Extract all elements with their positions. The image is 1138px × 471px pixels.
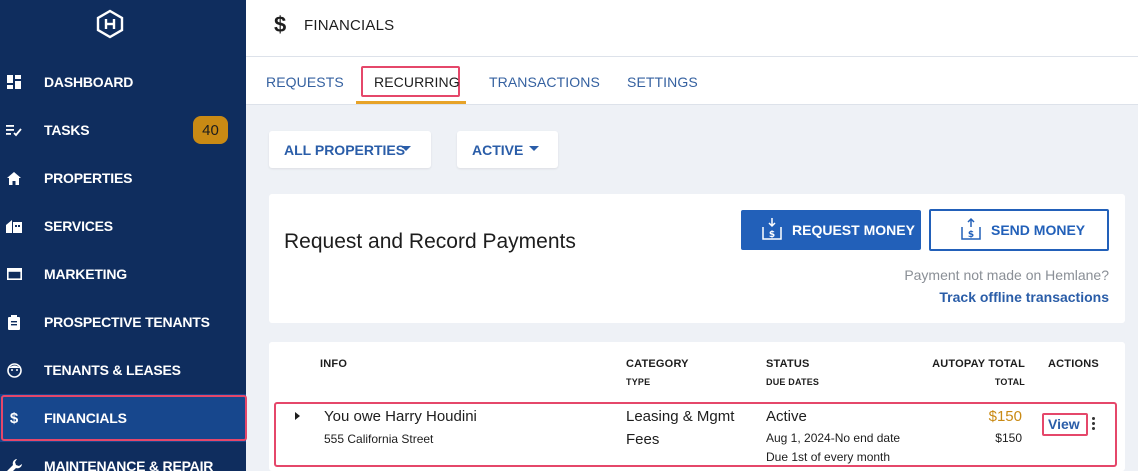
sidebar-item-maintenance[interactable]: MAINTENANCE & REPAIR [0, 442, 246, 471]
sidebar-item-label: TASKS [44, 122, 90, 138]
row-autopay-total: $150 [988, 408, 1022, 425]
sidebar: DASHBOARD TASKS 40 PROPERTIES SERVICES M… [0, 0, 247, 471]
status-filter-label: ACTIVE [472, 141, 524, 158]
request-money-button[interactable]: $ REQUEST MONEY [741, 210, 921, 250]
property-filter-dropdown[interactable]: ALL PROPERTIES [269, 131, 431, 168]
clipboard-icon [6, 314, 22, 330]
sidebar-item-tenants-leases[interactable]: TENANTS & LEASES [0, 346, 246, 394]
sidebar-item-label: PROPERTIES [44, 170, 133, 186]
card-title: Request and Record Payments [284, 230, 576, 253]
sidebar-item-marketing[interactable]: MARKETING [0, 250, 246, 298]
sidebar-item-financials[interactable]: $ FINANCIALS [0, 394, 247, 442]
tasks-count-badge: 40 [193, 116, 228, 144]
sidebar-item-prospective-tenants[interactable]: PROSPECTIVE TENANTS [0, 298, 246, 346]
column-subheader-due-dates: DUE DATES [766, 377, 820, 387]
offline-note: Payment not made on Hemlane? [904, 267, 1109, 283]
row-info-address: 555 California Street [324, 432, 434, 446]
view-link[interactable]: View [1048, 416, 1080, 432]
track-offline-link[interactable]: Track offline transactions [939, 289, 1109, 305]
column-header-status: STATUS [766, 358, 810, 370]
sidebar-item-services[interactable]: SERVICES [0, 202, 246, 250]
column-subheader-type: TYPE [626, 377, 651, 387]
sidebar-item-label: TENANTS & LEASES [44, 362, 181, 378]
row-status: Active [766, 408, 807, 425]
caret-down-icon [529, 146, 539, 151]
wrench-icon [6, 458, 22, 471]
row-due-dates: Aug 1, 2024-No end date [766, 431, 901, 445]
column-header-category: CATEGORY [626, 358, 689, 370]
column-header-info: INFO [320, 358, 348, 370]
sidebar-item-label: SERVICES [44, 218, 113, 234]
row-total: $150 [995, 431, 1022, 445]
dollar-icon: $ [274, 12, 287, 37]
tab-bar: REQUESTS RECURRING TRANSACTIONS SETTINGS [246, 57, 1138, 105]
property-filter-label: ALL PROPERTIES [284, 141, 406, 158]
tab-requests[interactable]: REQUESTS [266, 74, 344, 90]
tab-settings[interactable]: SETTINGS [627, 74, 698, 90]
row-category-line1: Leasing & Mgmt [626, 408, 735, 425]
caret-down-icon [401, 146, 411, 151]
sidebar-item-label: MARKETING [44, 266, 127, 282]
row-info-title: You owe Harry Houdini [324, 408, 477, 425]
page-header: $ FINANCIALS [246, 0, 1138, 57]
services-icon [6, 218, 22, 234]
dashboard-icon [6, 74, 22, 90]
home-icon [6, 170, 22, 186]
status-filter-dropdown[interactable]: ACTIVE [457, 131, 558, 168]
request-money-label: REQUEST MONEY [792, 222, 915, 238]
more-options-icon[interactable] [1092, 417, 1096, 433]
row-category-line2: Fees [626, 431, 660, 448]
expand-row-icon[interactable] [295, 412, 300, 420]
column-header-actions: ACTIONS [1048, 358, 1099, 370]
column-subheader-total: TOTAL [994, 377, 1025, 387]
recurring-table: INFO CATEGORY TYPE STATUS DUE DATES AUTO… [269, 342, 1125, 471]
sidebar-item-dashboard[interactable]: DASHBOARD [0, 58, 246, 106]
tasks-icon [6, 122, 22, 138]
active-tab-indicator [356, 101, 466, 104]
tab-transactions[interactable]: TRANSACTIONS [489, 74, 600, 90]
sidebar-item-tasks[interactable]: TASKS 40 [0, 106, 246, 154]
send-money-button[interactable]: $ SEND MONEY [929, 209, 1109, 251]
tab-recurring[interactable]: RECURRING [374, 74, 460, 90]
sidebar-item-properties[interactable]: PROPERTIES [0, 154, 246, 202]
sidebar-item-label: FINANCIALS [44, 410, 127, 426]
app: DASHBOARD TASKS 40 PROPERTIES SERVICES M… [0, 0, 1138, 471]
svg-text:$: $ [769, 230, 775, 240]
tenants-icon [6, 362, 22, 378]
send-money-label: SEND MONEY [991, 222, 1086, 238]
svg-text:$: $ [968, 230, 974, 240]
column-header-autopay-total: AUTOPAY TOTAL [932, 358, 1025, 370]
page-title: FINANCIALS [304, 17, 395, 34]
payments-card: Request and Record Payments $ REQUEST MO… [269, 194, 1125, 323]
dollar-icon: $ [9, 409, 19, 427]
sidebar-item-label: MAINTENANCE & REPAIR [44, 458, 214, 471]
send-money-icon: $ [961, 217, 981, 240]
row-due-rule: Due 1st of every month [766, 450, 891, 464]
hemlane-logo-icon[interactable] [95, 9, 125, 39]
marketing-icon [6, 266, 22, 282]
sidebar-item-label: PROSPECTIVE TENANTS [44, 314, 210, 330]
request-money-icon: $ [762, 218, 782, 240]
sidebar-item-label: DASHBOARD [44, 74, 134, 90]
